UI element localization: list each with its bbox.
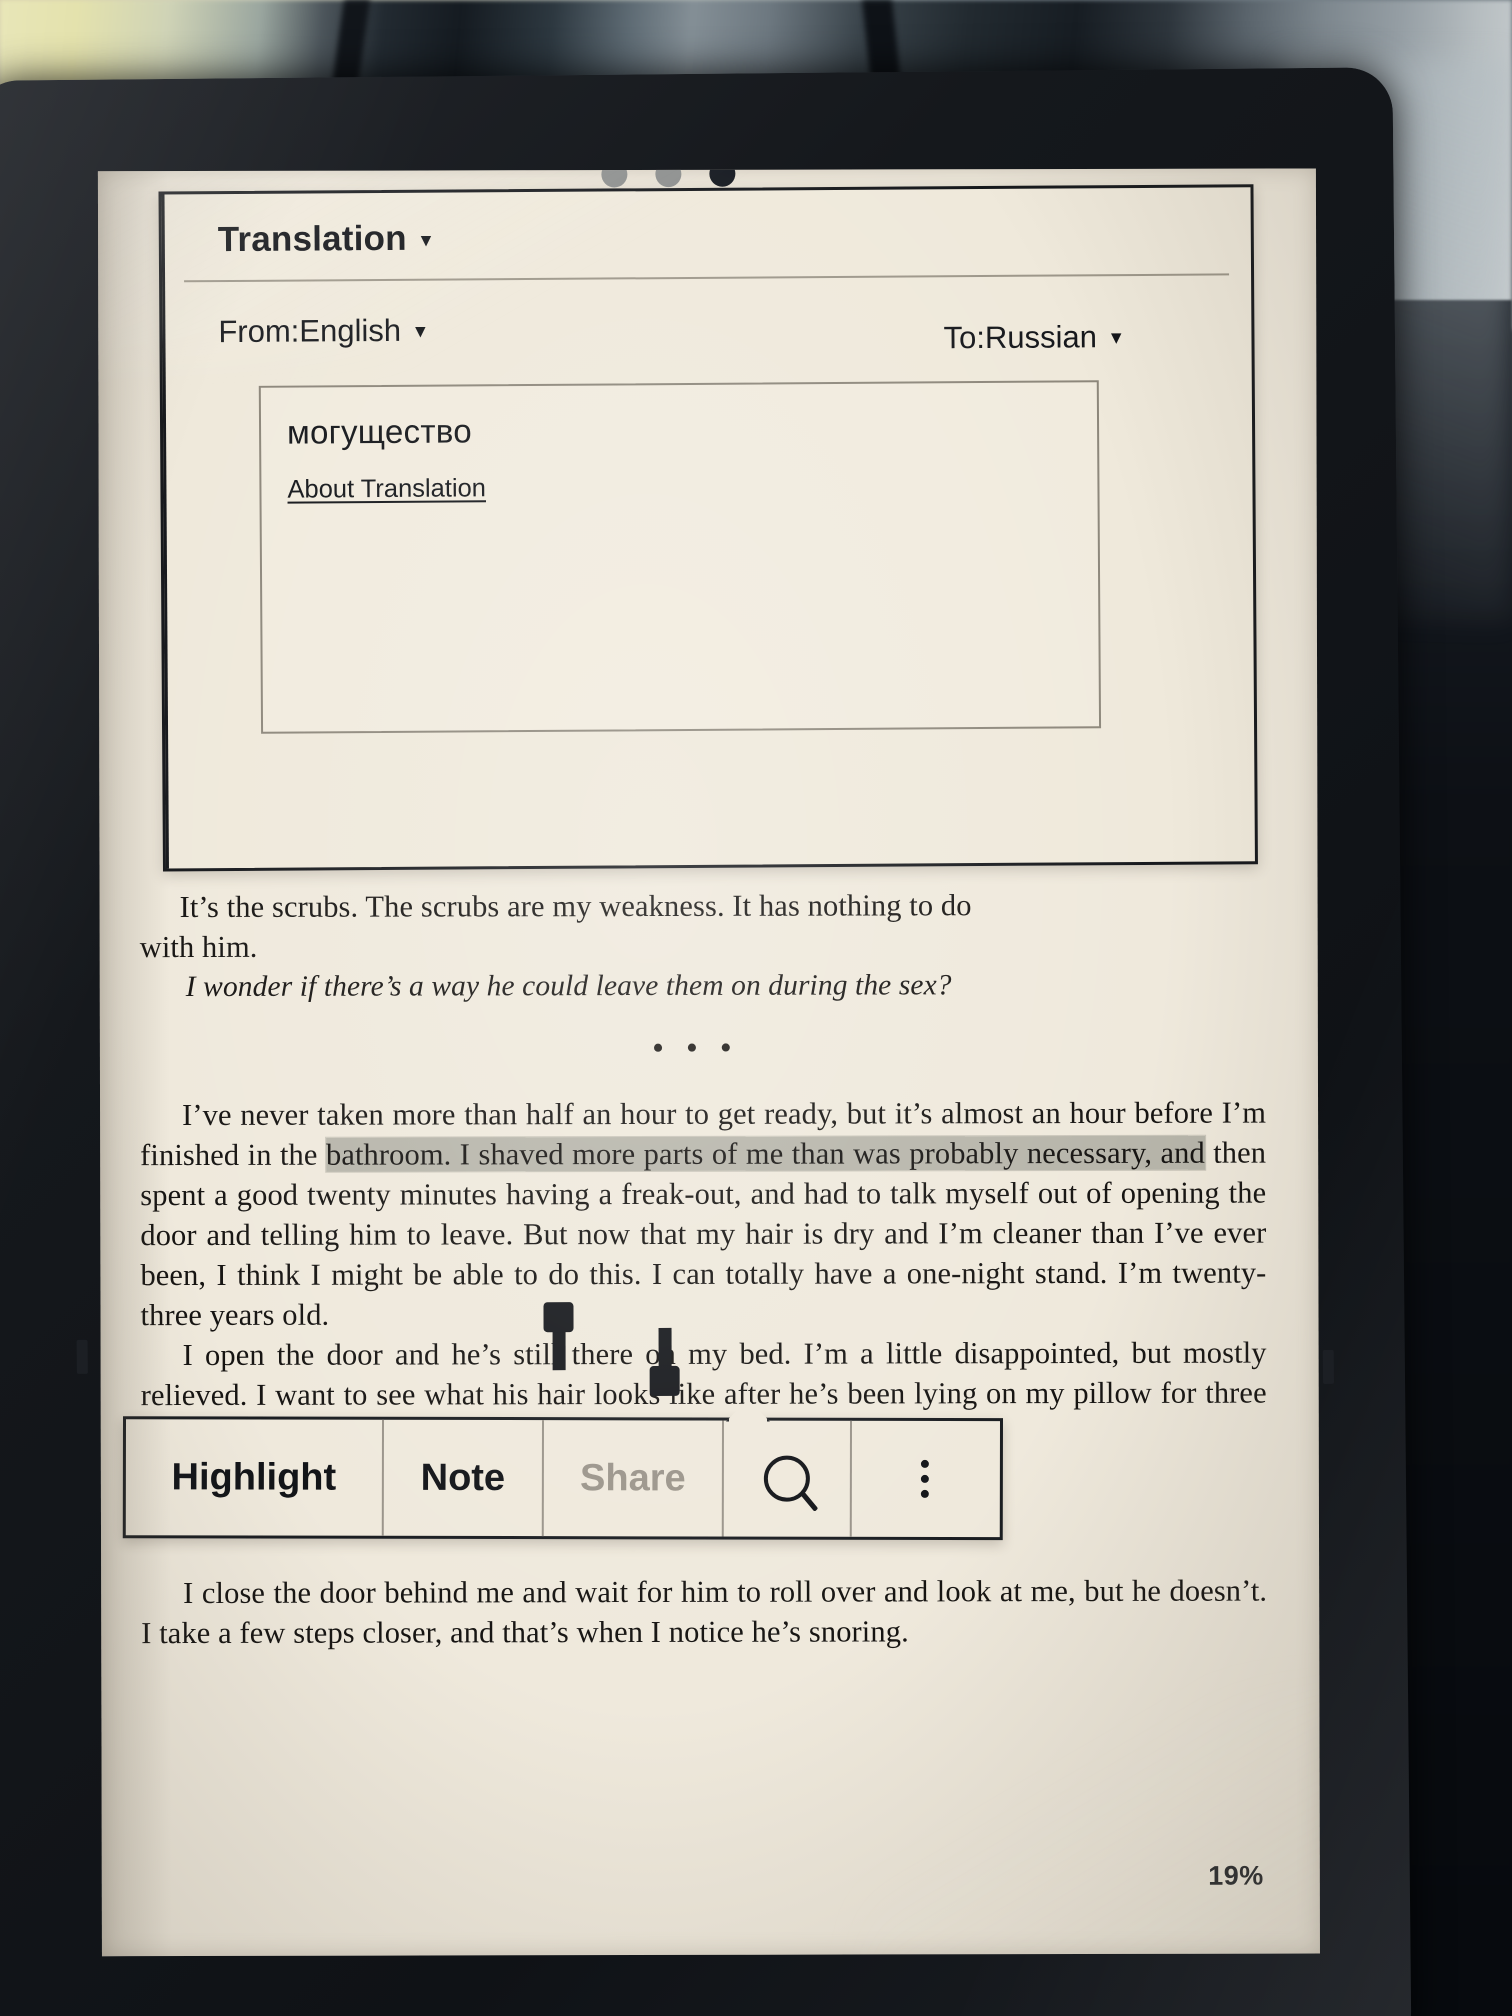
selection-handle-end[interactable] [658,1327,672,1370]
page-turn-marker-left[interactable] [76,1339,88,1374]
selection-handle-start[interactable] [552,1328,566,1371]
note-button-label: Note [420,1456,506,1499]
translated-word: могущество [286,412,473,451]
share-button[interactable]: Share [543,1420,725,1537]
from-chevron-down-icon[interactable]: ▾ [415,319,426,344]
section-break-dots: ••• [140,1005,1266,1096]
section-break-glyphs: ••• [652,1029,754,1067]
highlight-button-label: Highlight [171,1455,337,1499]
paragraph-getting-ready: I’ve never taken more than half an hour … [140,1093,1267,1336]
ereader-screen[interactable]: It’s the scrubs. The scrubs are my weakn… [97,168,1320,1957]
paragraph-scrubs-cont: with him. [139,929,258,965]
from-language-selector[interactable]: From:English ▾ [218,313,425,350]
from-language-label: From:English [218,312,402,350]
note-button[interactable]: Note [383,1419,545,1537]
more-options-button[interactable] [852,1421,998,1537]
to-chevron-down-icon[interactable]: ▾ [1111,325,1122,350]
panel-status-dots [601,168,736,188]
paragraph-close-door: I close the door behind me and wait for … [141,1573,1268,1651]
reading-progress: 19% [1208,1860,1264,1891]
search-icon [763,1455,810,1502]
status-dot-1 [601,168,628,188]
to-language-label: To:Russian [943,319,1098,356]
paragraph-scrubs-line1: It’s the scrubs. The scrubs are my weakn… [179,888,972,925]
highlight-button[interactable]: Highlight [125,1419,385,1536]
page-turn-marker-right[interactable] [1322,1349,1335,1384]
highlighted-selection[interactable]: bathroom. I shaved more parts of me than… [325,1135,1205,1172]
panel-title-chevron-down-icon[interactable]: ▾ [421,228,432,253]
overflow-menu-icon [920,1459,929,1498]
paragraph-wonder-italic: I wonder if there’s a way he could leave… [185,969,952,1004]
panel-title-row: Translation ▾ [183,187,1230,283]
to-language-selector[interactable]: To:Russian ▾ [943,319,1121,356]
about-translation-link[interactable]: About Translation [287,474,486,504]
selection-action-toolbar: Highlight Note Share [122,1416,1004,1541]
search-button[interactable] [723,1420,853,1537]
paragraph-scrubs: It’s the scrubs. The scrubs are my weakn… [140,885,1266,928]
translation-panel: Translation ▾ From:English ▾ To:Russian ▾ м… [158,168,1258,872]
share-button-label: Share [580,1456,686,1499]
ereader-device: It’s the scrubs. The scrubs are my weakn… [0,67,1412,2016]
language-selector-row: From:English ▾ To:Russian ▾ [162,275,1251,355]
status-dot-3 [709,168,736,187]
status-dot-2 [655,168,682,188]
translation-result-box: могущество About Translation [258,380,1102,734]
panel-title: Translation [217,218,407,260]
